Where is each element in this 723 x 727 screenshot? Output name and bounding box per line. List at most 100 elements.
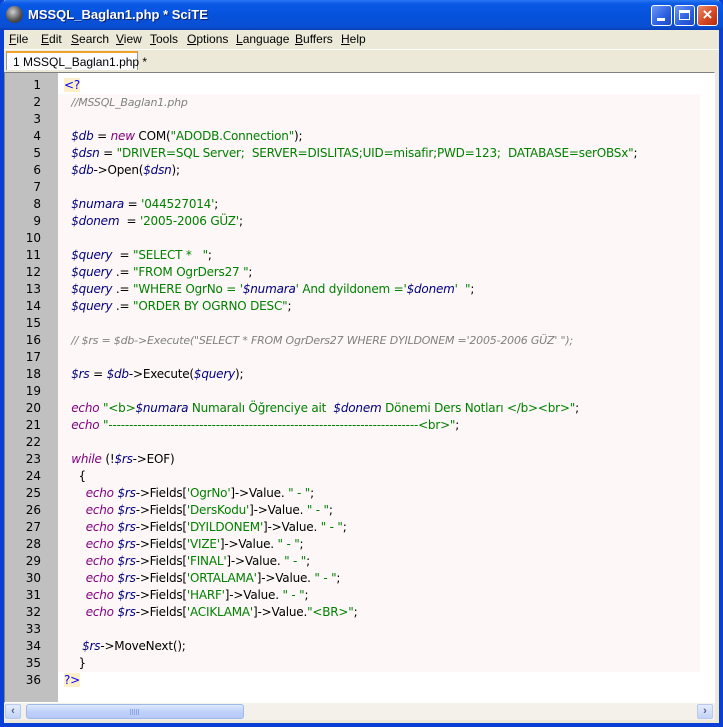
chevron-left-icon: ‹ [11,705,15,717]
token-var: $donem [406,282,455,296]
code-line[interactable]: $query = "SELECT * "; [58,247,700,264]
code-line[interactable] [58,179,700,196]
minimize-button[interactable] [651,5,672,26]
menu-edit[interactable]: Edit [41,32,62,46]
line-number: 6 [33,163,41,177]
menu-accelerator: O [187,32,197,46]
tab-mssql-baglan1[interactable]: 1 MSSQL_Baglan1.php * [6,51,147,70]
code-line[interactable]: // $rs = $db->Execute("SELECT * FROM Ogr… [58,332,700,349]
code-line[interactable]: ?> [58,672,700,689]
code-text: $rs = $db->Execute($query); [64,367,243,381]
code-line[interactable]: $numara = '044527014'; [58,196,700,213]
code-text: } [64,656,86,670]
code-line[interactable]: //MSSQL_Baglan1.php [58,94,700,111]
code-line[interactable] [58,230,700,247]
menu-tools[interactable]: Tools [150,32,178,46]
code-line[interactable]: $query .= "FROM OgrDers27 "; [58,264,700,281]
menu-help[interactable]: Help [341,32,366,46]
token-def [64,639,82,653]
code-line[interactable]: <? [58,77,700,94]
scroll-right-button[interactable]: › [697,704,713,719]
code-line[interactable]: $db->Open($dsn); [58,162,700,179]
token-def: ; [304,588,309,602]
line-number: 19 [25,384,41,398]
code-line[interactable] [58,315,700,332]
token-str: 'ACIKLAMA' [186,605,254,619]
token-def: ; [310,486,314,500]
token-kw: echo [85,537,114,551]
code-line[interactable]: echo $rs->Fields['HARF']->Value. " - "; [58,587,700,604]
token-def [64,605,86,619]
line-number: 26 [25,503,41,517]
close-button[interactable]: × [697,5,718,26]
grip-icon [130,709,139,715]
token-def: ->EOF) [132,452,175,466]
code-line[interactable]: echo $rs->Fields['VIZE']->Value. " - "; [58,536,700,553]
scrollbar-thumb[interactable] [26,704,244,719]
line-number: 1 [33,78,41,92]
line-number: 4 [33,129,41,143]
code-line[interactable]: $query .= "ORDER BY OGRNO DESC"; [58,298,700,315]
token-def: ]->Value. [219,537,278,551]
code-line[interactable]: echo "----------------------------------… [58,417,700,434]
code-line[interactable]: $rs->MoveNext(); [58,638,700,655]
code-line[interactable]: $rs = $db->Execute($query); [58,366,700,383]
token-str: "SELECT * " [133,248,208,262]
code-line[interactable]: echo $rs->Fields['DersKodu']->Value. " -… [58,502,700,519]
code-line[interactable]: $donem = '2005-2006 GÜZ'; [58,213,700,230]
token-var: $rs [117,503,136,517]
code-line[interactable] [58,434,700,451]
scroll-left-button[interactable]: ‹ [5,704,21,719]
code-text: ?> [64,673,80,687]
code-text: $query .= "WHERE OgrNo = '$numara' And d… [64,282,474,296]
menu-label-rest: ile [16,32,29,46]
token-var: $rs [82,639,101,653]
line-number: 12 [25,265,41,279]
code-line[interactable] [58,383,700,400]
title-bar[interactable]: MSSQL_Baglan1.php * SciTE × [0,0,723,30]
menu-options[interactable]: Options [187,32,228,46]
token-str: " - " [314,571,337,585]
code-editor[interactable]: 1 2 3 4 5 6 7 8 9 10 11 12 13 14 15 16 17 18 19 20 21 22 23 24 2… [4,72,715,703]
menu-language[interactable]: Language [236,32,289,46]
line-number: 14 [25,299,41,313]
token-var: $db [71,129,94,143]
line-number: 10 [25,231,41,245]
code-line[interactable]: echo "<b>$numara Numaralı Öğrenciye ait … [58,400,700,417]
menu-search[interactable]: Search [71,32,109,46]
maximize-button[interactable] [674,5,695,26]
menu-file[interactable]: File [9,32,28,46]
token-kw: while [71,452,102,466]
code-line[interactable]: $query .= "WHERE OgrNo = '$numara' And d… [58,281,700,298]
token-def: ->Fields[ [135,520,187,534]
token-var: $rs [117,588,136,602]
code-line[interactable]: echo $rs->Fields['DYILDONEM']->Value. " … [58,519,700,536]
code-line[interactable] [58,349,700,366]
code-line[interactable] [58,621,700,638]
code-line[interactable]: $db = new COM("ADODB.Connection"); [58,128,700,145]
code-line[interactable]: echo $rs->Fields['OgrNo']->Value. " - "; [58,485,700,502]
code-line[interactable]: echo $rs->Fields['FINAL']->Value. " - "; [58,553,700,570]
token-var: $dsn [143,163,172,177]
code-line[interactable]: } [58,655,700,672]
code-line[interactable]: while (!$rs->EOF) [58,451,700,468]
code-text: $rs->MoveNext(); [64,639,186,653]
token-def: = [119,214,141,228]
line-number: 27 [25,520,41,534]
menu-buffers[interactable]: Buffers [295,32,333,46]
token-def: ->Execute( [128,367,194,381]
code-line[interactable]: $dsn = "DRIVER=SQL Server; SERVER=DISLIT… [58,145,700,162]
code-area[interactable]: <? //MSSQL_Baglan1.php $db = new COM("AD… [58,73,714,702]
code-line[interactable]: { [58,468,700,485]
code-line[interactable]: echo $rs->Fields['ACIKLAMA']->Value."<BR… [58,604,700,621]
code-line[interactable] [58,111,700,128]
menu-view[interactable]: View [116,32,142,46]
line-number: 24 [25,469,41,483]
token-def: ; [328,503,333,517]
token-def: ]->Value. [253,605,308,619]
token-str: 'DersKodu' [186,503,250,517]
horizontal-scrollbar[interactable]: ‹ › [4,703,715,720]
token-str: 'DYILDONEM' [186,520,264,534]
menu-label-rest: ptions [196,32,229,46]
code-line[interactable]: echo $rs->Fields['ORTALAMA']->Value. " -… [58,570,700,587]
